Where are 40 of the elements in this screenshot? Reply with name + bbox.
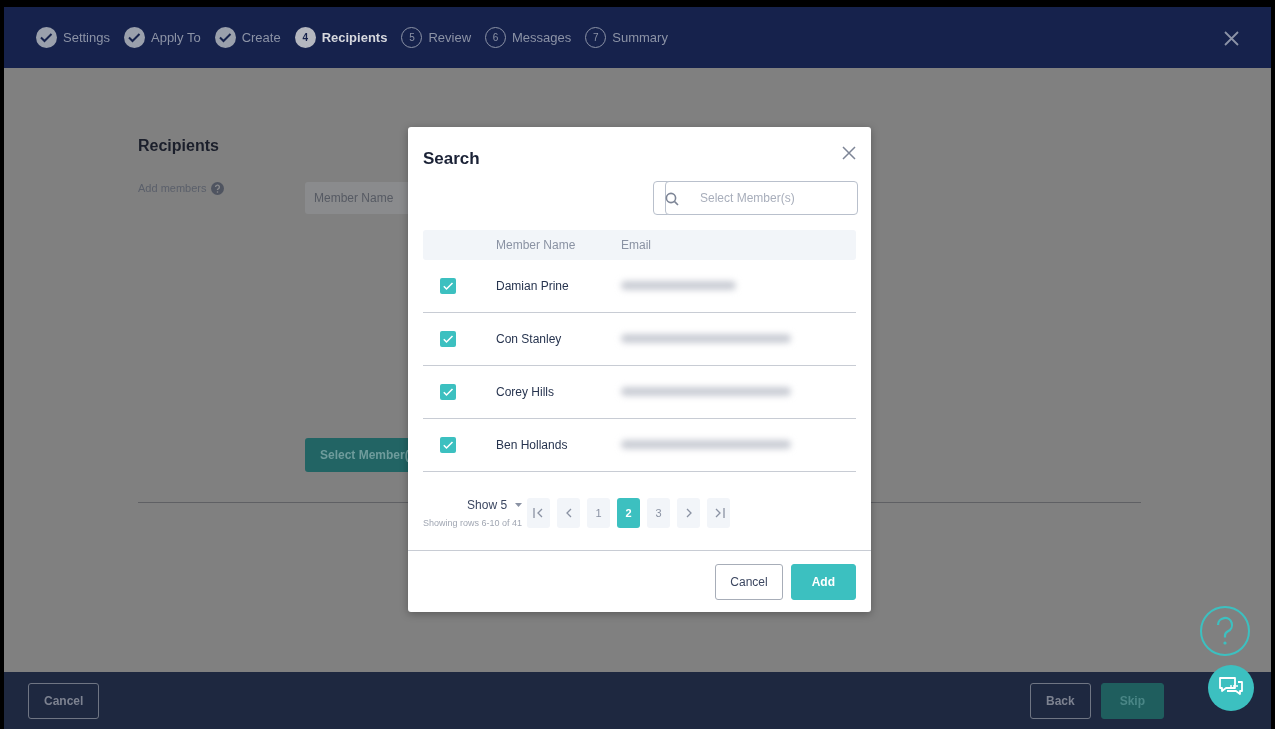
section-heading: Recipients xyxy=(138,136,219,156)
search-field[interactable]: Select Member(s) xyxy=(665,180,858,215)
next-page-button[interactable] xyxy=(677,497,701,528)
back-button[interactable]: Back xyxy=(1029,682,1091,719)
step-label[interactable]: Create xyxy=(241,27,281,48)
step-label[interactable]: Recipients xyxy=(321,27,388,48)
cancel-button[interactable]: Cancel xyxy=(715,564,783,600)
step-label[interactable]: Review xyxy=(428,27,472,48)
question-icon xyxy=(1215,616,1235,646)
page-button[interactable]: 3 xyxy=(647,497,671,528)
column-header: Email xyxy=(621,236,651,254)
page-size-dropdown[interactable]: Show 5 xyxy=(467,495,523,514)
chevron-right-icon xyxy=(684,507,693,518)
step-label[interactable]: Settings xyxy=(63,27,110,48)
modal-title: Search xyxy=(423,148,480,170)
help-icon[interactable] xyxy=(211,181,225,195)
step-label[interactable]: Summary xyxy=(612,27,668,48)
caret-icon xyxy=(515,502,523,507)
member-name: Damian Prine xyxy=(496,278,569,293)
chat-button[interactable] xyxy=(1208,665,1254,711)
checkbox[interactable] xyxy=(440,330,456,347)
page-button[interactable]: 1 xyxy=(587,497,611,528)
checkbox[interactable] xyxy=(440,277,456,294)
checkbox[interactable] xyxy=(440,436,456,453)
member-name: Con Stanley xyxy=(496,331,562,346)
cancel-button[interactable]: Cancel xyxy=(28,682,100,719)
last-page-button[interactable] xyxy=(707,497,731,528)
rows-info: Showing rows 6-10 of 41 xyxy=(423,516,523,530)
step-number: 4 xyxy=(294,27,316,48)
first-page-icon xyxy=(532,507,545,518)
previous-page-button[interactable] xyxy=(557,497,581,528)
step-label[interactable]: Messages xyxy=(512,27,572,48)
member-name: Ben Hollands xyxy=(496,437,568,452)
step-label[interactable]: Apply To xyxy=(151,27,201,48)
help-button[interactable] xyxy=(1200,606,1250,656)
checkbox[interactable] xyxy=(440,383,456,400)
chevron-left-icon xyxy=(564,507,573,518)
first-page-button[interactable] xyxy=(527,497,551,528)
member-name: Corey Hills xyxy=(496,384,554,399)
column-header: Member Name xyxy=(496,236,577,254)
